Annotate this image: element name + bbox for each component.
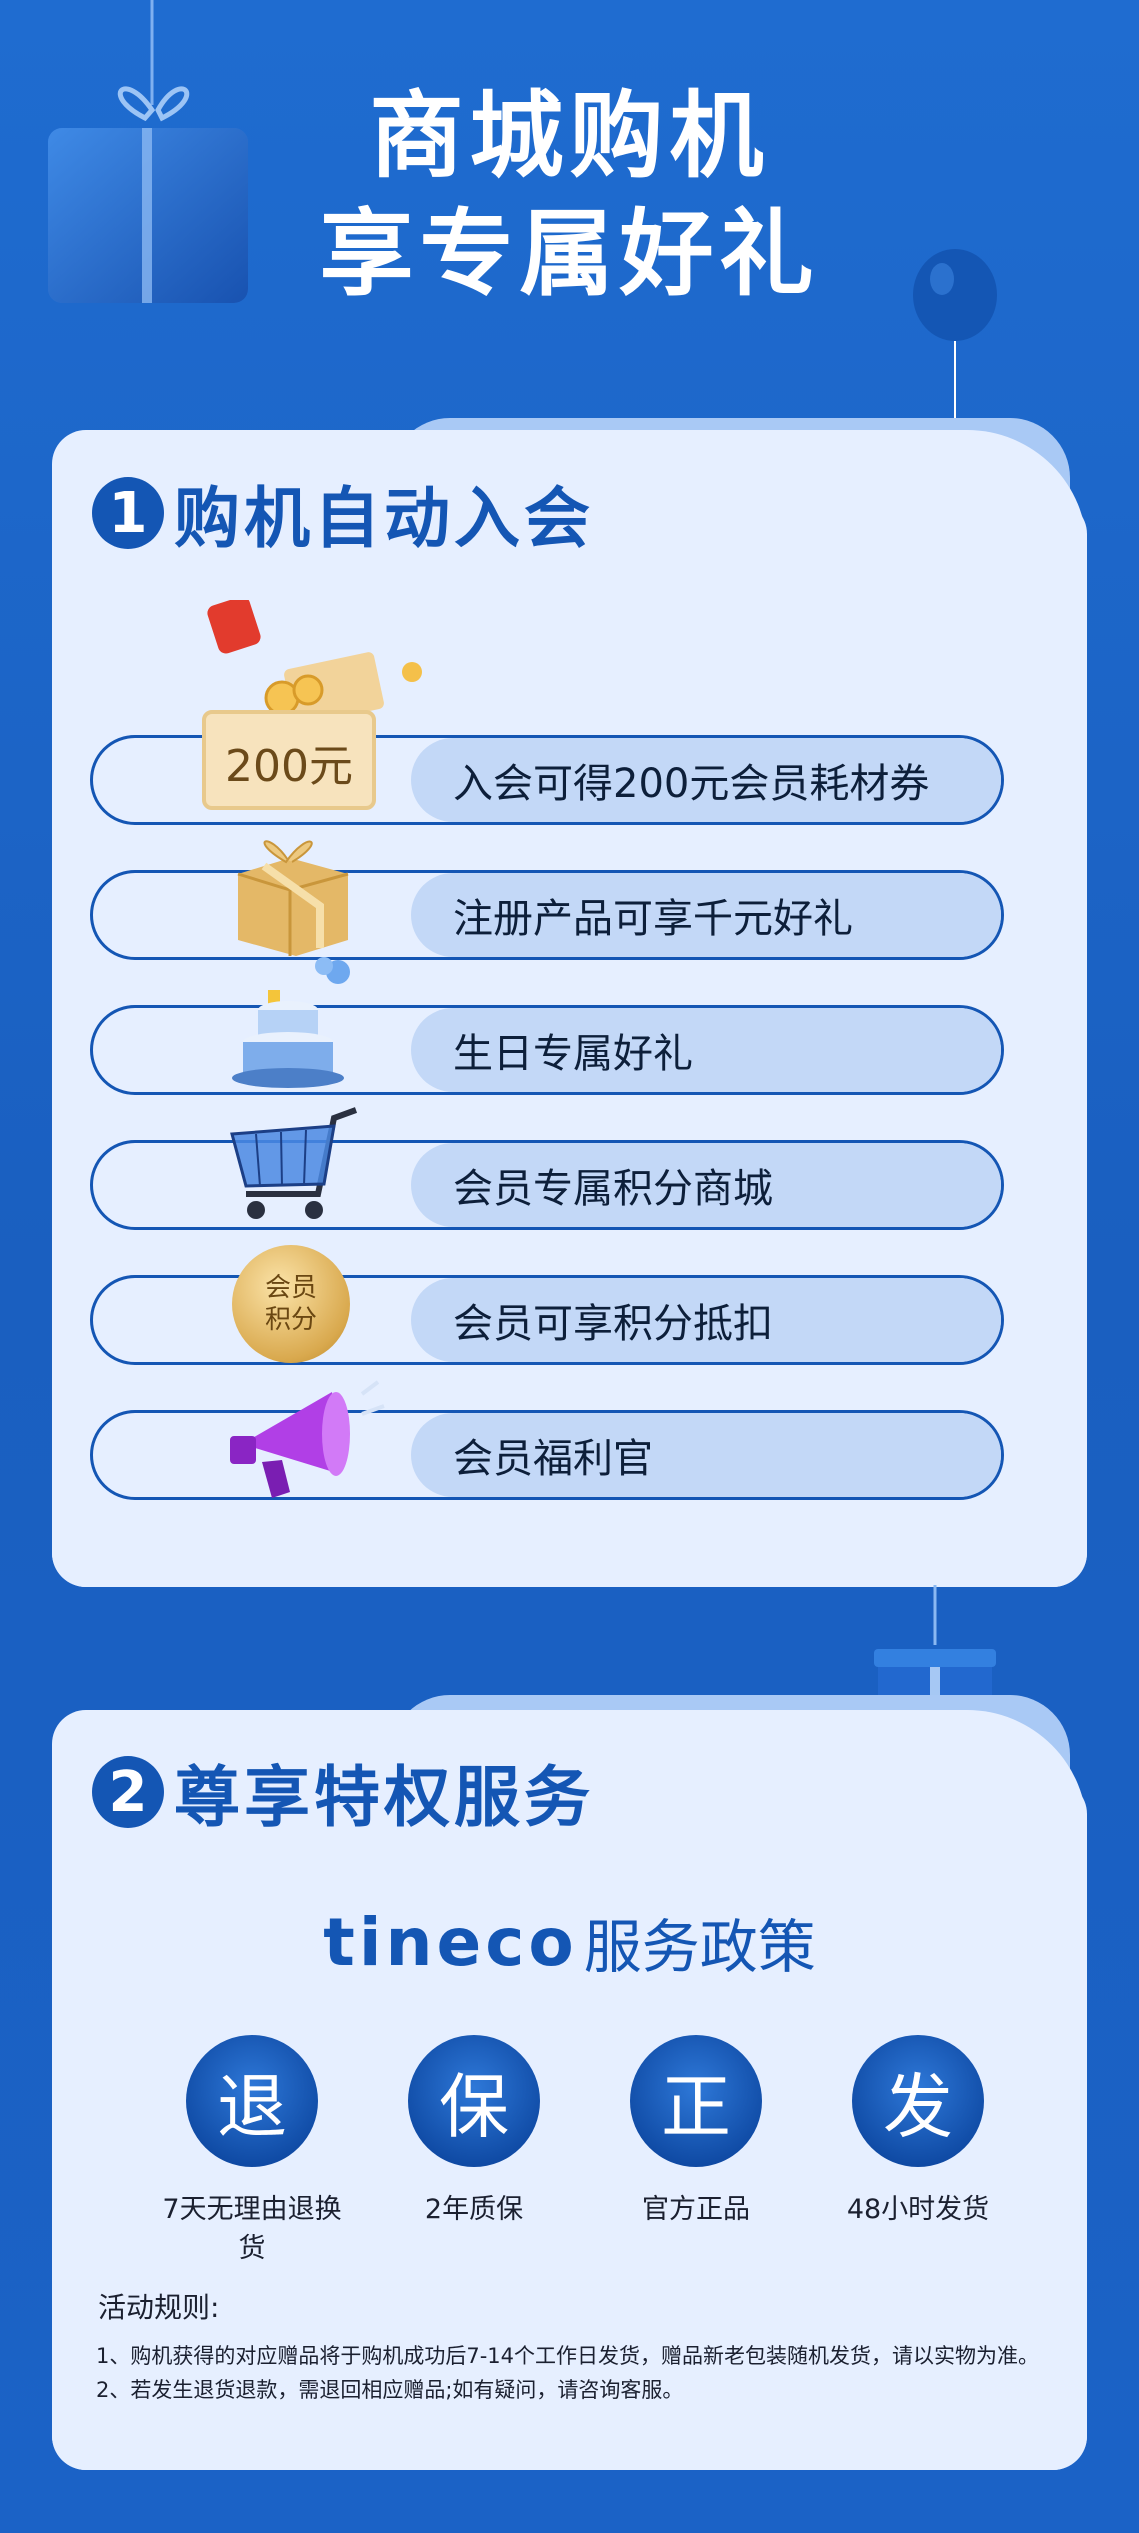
service-label: 官方正品	[642, 2194, 750, 2225]
hero-title-line1: 商城购机	[369, 82, 770, 191]
gift-box-icon	[237, 840, 349, 956]
section2-title: 尊享特权服务	[174, 1759, 594, 1836]
coupon-amount: 200元	[225, 741, 353, 792]
rule-line: 1、购机获得的对应赠品将于购机成功后7-14个工作日发货，赠品新老包装随机发货，…	[96, 2344, 1040, 2368]
service-label: 2年质保	[424, 2194, 524, 2225]
service-label: 48小时发货	[846, 2194, 990, 2225]
brand-policy: tineco 服务政策	[0, 1900, 1139, 1984]
service-glyph: 正	[630, 2035, 762, 2167]
benefit-label: 会员专属积分商城	[411, 1143, 1001, 1227]
brand-logo: tineco	[323, 1903, 578, 1981]
benefit-label: 入会可得200元会员耗材券	[411, 738, 1001, 822]
policy-label: 服务政策	[583, 1913, 816, 1981]
service-label: 7天无理由退换货	[162, 2194, 342, 2264]
rule-line: 2、若发生退货退款，需退回相应赠品;如有疑问，请咨询客服。	[96, 2378, 684, 2402]
coupon-icon: 200元	[160, 600, 430, 815]
birthday-cake-icon	[232, 957, 350, 1088]
coin-text-line2: 积分	[264, 1305, 317, 1335]
coin-text-line1: 会员	[264, 1273, 317, 1303]
megaphone-icon	[230, 1380, 385, 1498]
service-glyph: 退	[186, 2035, 318, 2167]
benefit-label: 注册产品可享千元好礼	[411, 873, 1001, 957]
benefit-row: 会员可享积分抵扣	[90, 1275, 1004, 1365]
section1-title: 购机自动入会	[174, 480, 594, 557]
service-item: 发 48小时发货	[818, 2035, 1018, 2226]
service-glyph: 发	[852, 2035, 984, 2167]
section1-header: 1 购机自动入会	[92, 465, 594, 561]
service-item: 保 2年质保	[374, 2035, 574, 2226]
section2-number: 2	[92, 1756, 164, 1828]
benefit-label: 会员福利官	[411, 1413, 1001, 1497]
section2-header: 2 尊享特权服务	[92, 1744, 594, 1840]
benefit-label: 会员可享积分抵扣	[411, 1278, 1001, 1362]
rules-title: 活动规则:	[98, 2291, 220, 2324]
service-item: 正 官方正品	[596, 2035, 796, 2226]
service-glyph: 保	[408, 2035, 540, 2167]
service-item: 退 7天无理由退换货	[152, 2035, 352, 2265]
shopping-cart-icon	[230, 1107, 358, 1219]
section1-number: 1	[92, 477, 164, 549]
points-coin-icon: 会员 积分	[232, 1245, 350, 1363]
benefit-label: 生日专属好礼	[411, 1008, 1001, 1092]
